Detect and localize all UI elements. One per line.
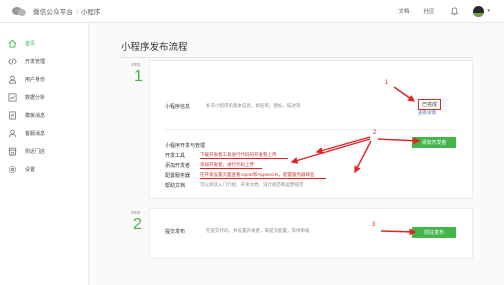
person-icon <box>8 129 17 138</box>
sidebar-item-label: 用户身份 <box>25 76 46 83</box>
config-server-label: 配置服务器 <box>165 173 191 179</box>
annotation-1: 1 <box>385 80 389 86</box>
sidebar-item-label: 开发管理 <box>25 58 46 65</box>
dev-management-header: 小程序开发与管理 <box>165 143 206 149</box>
card-divider <box>165 129 457 130</box>
sidebar-item-label: 附近门店 <box>25 148 46 155</box>
sidebar-item-home[interactable]: 首页 <box>8 37 35 49</box>
config-server-underline <box>200 178 326 179</box>
sidebar-item-label: 数据分析 <box>25 94 46 101</box>
sidebar-item-settings[interactable]: 设置 <box>8 163 35 175</box>
title-divider <box>121 57 473 58</box>
step-2-card: 提交发布 在提交代码，并设置开发者，来提交配置，等待审核 前往发布 <box>149 208 473 259</box>
sidebar-item-label: 模板消息 <box>25 112 46 119</box>
main-content: 小程序发布流程 step 1 小程序信息 补充小程序的基本信息，如名称、图标、描… <box>89 23 504 285</box>
annotation-2: 2 <box>373 130 377 136</box>
sidebar-item-label: 客服消息 <box>25 130 46 137</box>
step-2-number: 2 <box>133 216 142 233</box>
wechat-logo-icon <box>12 6 28 16</box>
sidebar-item-users[interactable]: 用户身份 <box>8 73 45 85</box>
sidebar-item-label: 设置 <box>25 166 36 173</box>
help-docs-desc[interactable]: 可以阅读入门介绍、开发文档、设计规范和运营规范 <box>200 182 304 188</box>
docs-link[interactable]: 文档 <box>398 7 409 15</box>
top-bar: 微信公众平台 | 小程序 文档 社区 ▾ <box>0 0 504 23</box>
chevron-down-icon[interactable]: ▾ <box>487 8 490 14</box>
store-icon <box>8 147 17 156</box>
step-1-card: 小程序信息 补充小程序的基本信息，如名称、图标、描述等 已完成 查看详情 小程序… <box>149 60 473 199</box>
dev-tools-underline <box>200 158 288 159</box>
help-docs-label: 帮助文档 <box>165 183 186 189</box>
home-icon <box>8 39 17 48</box>
publish-label: 提交发布 <box>165 229 186 235</box>
document-icon <box>8 111 17 120</box>
sidebar-item-customer-service[interactable]: 客服消息 <box>8 127 45 139</box>
avatar-icon[interactable] <box>473 5 485 17</box>
step-1-number: 1 <box>134 68 143 85</box>
mini-program-info-desc: 补充小程序的基本信息，如名称、图标、描述等 <box>206 103 301 108</box>
info-status-done: 已完成 <box>418 99 442 110</box>
annotation-3: 3 <box>372 222 376 228</box>
add-developer-label: 添加开发者 <box>165 163 191 169</box>
sidebar-item-dev[interactable]: 开发管理 <box>8 55 45 67</box>
sidebar-item-stores[interactable]: 附近门店 <box>8 145 45 157</box>
gear-icon <box>8 165 17 174</box>
add-developer-button[interactable]: 添加开发者 <box>412 137 456 148</box>
page-title: 小程序发布流程 <box>121 42 188 53</box>
platform-title: 微信公众平台 <box>33 9 74 16</box>
brand[interactable]: 微信公众平台 | 小程序 <box>12 5 100 17</box>
sidebar-item-templates[interactable]: 模板消息 <box>8 109 45 121</box>
user-icon <box>8 75 17 84</box>
top-right-nav: 文档 社区 ▾ <box>384 5 490 17</box>
community-link[interactable]: 社区 <box>423 7 434 15</box>
chart-icon <box>8 93 17 102</box>
dev-tools-label: 开发工具 <box>165 153 186 159</box>
mini-program-info-label: 小程序信息 <box>165 104 191 110</box>
bell-icon[interactable] <box>450 7 460 16</box>
code-icon <box>8 57 17 66</box>
view-details-link[interactable]: 查看详情 <box>418 110 436 116</box>
sidebar-item-analytics[interactable]: 数据分析 <box>8 91 45 103</box>
sidebar: 首页 开发管理 用户身份 数据分析 模板消息 客服消息 附近门店 设置 <box>0 23 89 285</box>
brand-separator: | <box>76 7 78 15</box>
section-title: 小程序 <box>80 9 101 16</box>
submit-publish-button[interactable]: 前往发布 <box>412 227 456 238</box>
add-developer-underline <box>200 168 262 169</box>
sidebar-item-label: 首页 <box>25 40 36 47</box>
publish-desc: 在提交代码，并设置开发者，来提交配置，等待审核 <box>206 228 310 233</box>
